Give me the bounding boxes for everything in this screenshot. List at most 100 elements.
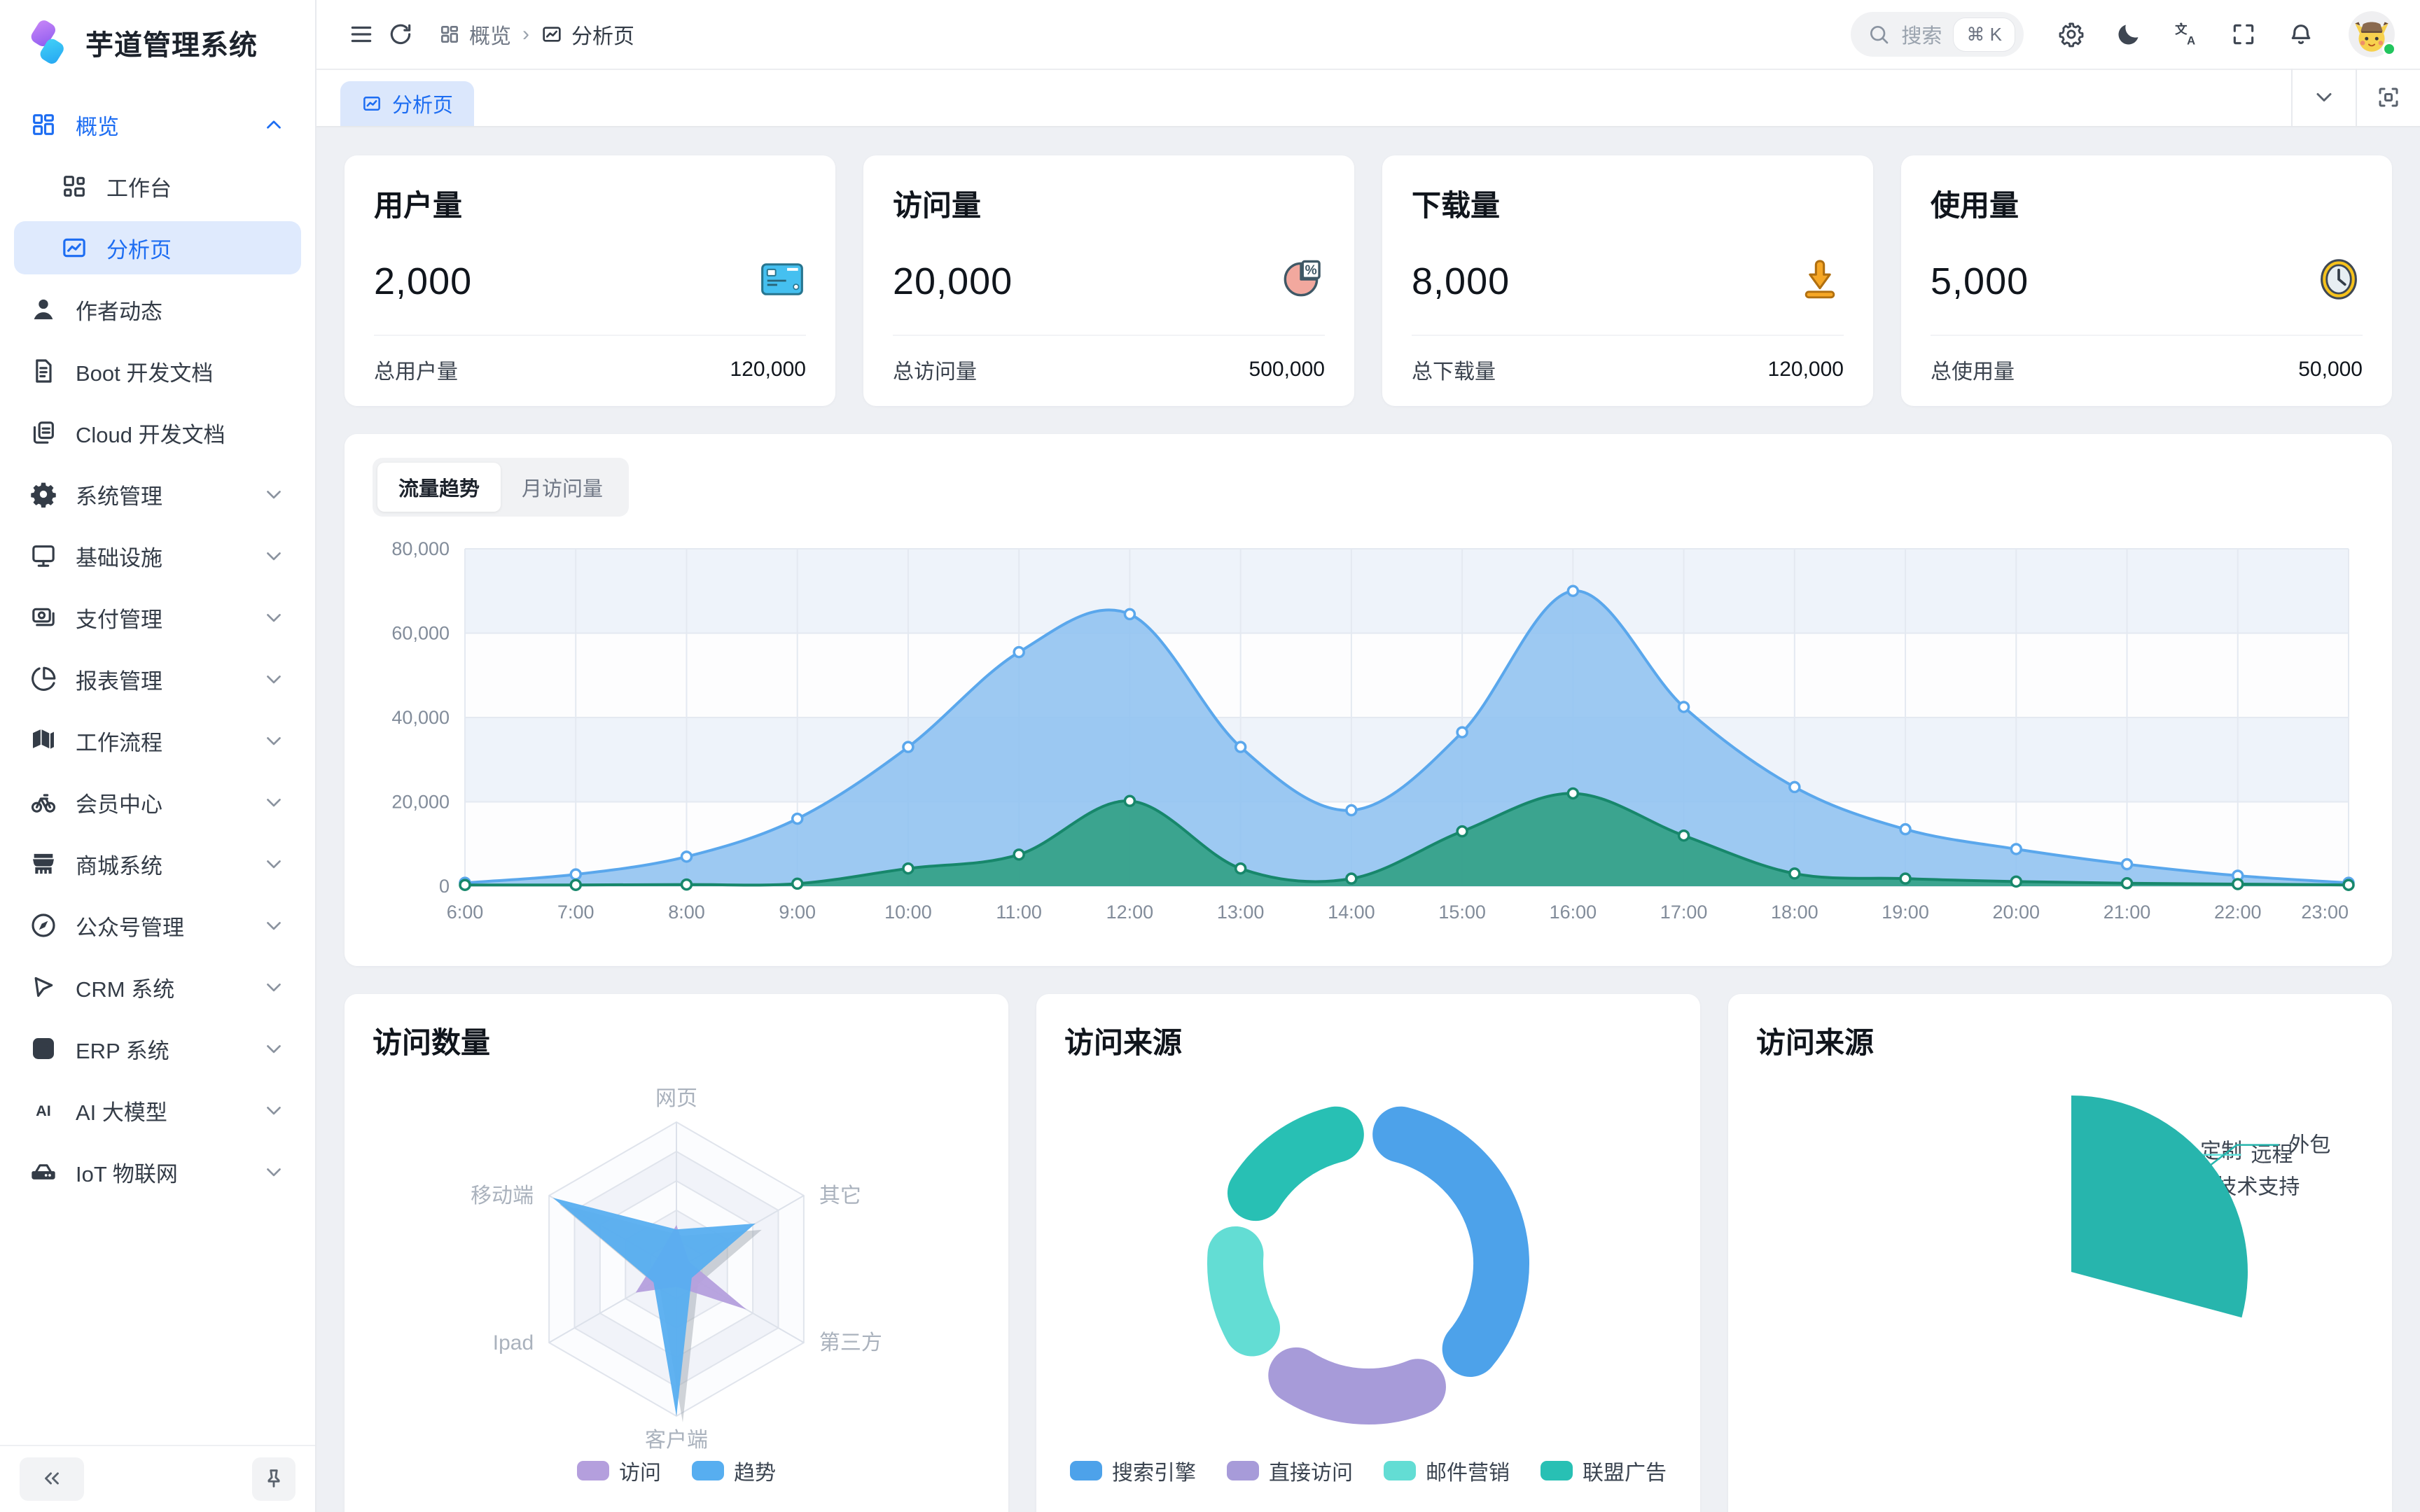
dashboard-icon (29, 111, 57, 139)
legend-item[interactable]: 趋势 (692, 1455, 776, 1486)
settings-button[interactable] (2052, 15, 2091, 54)
fullscreen-button[interactable] (2224, 15, 2263, 54)
refresh-button[interactable] (381, 15, 420, 54)
sidebar-item-label: 作者动态 (76, 294, 286, 326)
sidebar-item-report[interactable]: 报表管理 (14, 652, 301, 706)
sidebar-item-bike[interactable]: 会员中心 (14, 776, 301, 829)
legend-item[interactable]: 邮件营销 (1384, 1455, 1510, 1486)
bike-icon (29, 788, 57, 816)
dark-mode-button[interactable] (2109, 15, 2148, 54)
sidebar-item-ai[interactable]: AI AI 大模型 (14, 1084, 301, 1137)
files-icon (29, 419, 57, 447)
app-logo-icon (24, 20, 70, 66)
legend-item[interactable]: 搜索引擎 (1070, 1455, 1196, 1486)
legend-label: 直接访问 (1269, 1455, 1353, 1486)
stat-footer-label: 总用户量 (374, 354, 458, 385)
analysis-icon (60, 234, 88, 262)
user-icon (29, 295, 57, 323)
svg-text:80,000: 80,000 (391, 538, 450, 559)
visit-source-rose-chart: 技术支持定制远程外包 (1756, 1062, 2364, 1510)
breadcrumb-item-overview[interactable]: 概览 (438, 19, 511, 50)
stat-value: 20,000 (893, 260, 1013, 303)
sidebar-item-analysis[interactable]: 分析页 (14, 221, 301, 274)
svg-text:15:00: 15:00 (1438, 902, 1486, 923)
sidebar-item-dashboard[interactable]: 概览 (14, 98, 301, 151)
download-icon (1796, 255, 1844, 307)
sidebar-collapse-button[interactable] (20, 1457, 84, 1501)
app-root: 芋道管理系统 概览工作台分析页作者动态Boot 开发文档Cloud 开发文档系统… (0, 0, 2420, 1512)
legend-item[interactable]: 联盟广告 (1541, 1455, 1667, 1486)
sidebar-item-label: 商城系统 (76, 848, 262, 880)
user-avatar[interactable] (2349, 11, 2395, 57)
svg-text:客户端: 客户端 (645, 1429, 708, 1452)
sidebar-item-compass[interactable]: 公众号管理 (14, 899, 301, 952)
visit-source-rose-panel: 访问来源 技术支持定制远程外包 (1728, 994, 2392, 1512)
sidebar-item-crm[interactable]: CRM 系统 (14, 960, 301, 1014)
chevron-down-icon (262, 913, 286, 937)
content-fullscreen-button[interactable] (2356, 69, 2420, 126)
radar-legend: 访问趋势 (373, 1455, 980, 1486)
chevron-down-icon (262, 852, 286, 876)
svg-text:%: % (1305, 263, 1317, 278)
tab-monthly-visits[interactable]: 月访问量 (501, 463, 624, 512)
panel-title: 访问来源 (1756, 1019, 2364, 1062)
stat-card-1: 访问量20,000%总访问量500,000 (863, 155, 1354, 406)
sidebar-item-iot[interactable]: IoT 物联网 (14, 1145, 301, 1198)
erp-icon: E (29, 1035, 57, 1063)
monitor-icon (29, 542, 57, 570)
language-button[interactable]: 文A (2167, 15, 2206, 54)
hamburger-icon (348, 21, 375, 48)
sidebar-item-payment[interactable]: 支付管理 (14, 591, 301, 644)
ai-icon: AI (29, 1096, 57, 1124)
sidebar-item-label: ERP 系统 (76, 1033, 262, 1065)
logo-row[interactable]: 芋道管理系统 (0, 0, 315, 80)
fullscreen-icon (2230, 21, 2257, 48)
stat-card-0: 用户量2,000总用户量120,000 (345, 155, 835, 406)
sidebar-item-files[interactable]: Cloud 开发文档 (14, 406, 301, 459)
stat-footer-label: 总访问量 (893, 354, 977, 385)
svg-text:18:00: 18:00 (1771, 902, 1819, 923)
svg-text:外包: 外包 (2288, 1134, 2330, 1157)
search-input[interactable]: 搜索 ⌘ K (1851, 12, 2024, 57)
file-icon (29, 357, 57, 385)
panel-title: 访问来源 (1064, 1019, 1672, 1062)
tab-analysis[interactable]: 分析页 (340, 81, 474, 126)
page-content: 用户量2,000总用户量120,000访问量20,000%总访问量500,000… (317, 127, 2420, 1512)
notifications-button[interactable] (2281, 15, 2321, 54)
chevron-down-icon (2311, 85, 2337, 110)
sidebar-item-label: AI 大模型 (76, 1095, 262, 1126)
sidebar-item-workflow[interactable]: 工作流程 (14, 714, 301, 767)
sidebar-item-workbench[interactable]: 工作台 (14, 160, 301, 213)
chevron-down-icon (262, 1098, 286, 1122)
svg-text:8:00: 8:00 (668, 902, 705, 923)
stat-footer-value: 120,000 (730, 358, 806, 382)
sidebar-item-user[interactable]: 作者动态 (14, 283, 301, 336)
svg-text:AI: AI (36, 1102, 51, 1119)
tab-list-dropdown-button[interactable] (2291, 69, 2356, 126)
legend-item[interactable]: 访问 (577, 1455, 661, 1486)
credit-card-icon (758, 255, 806, 307)
stat-footer-label: 总使用量 (1931, 354, 2015, 385)
sidebar-item-monitor[interactable]: 基础设施 (14, 529, 301, 582)
stat-card-3: 使用量5,000总使用量50,000 (1901, 155, 2392, 406)
sidebar-item-file[interactable]: Boot 开发文档 (14, 344, 301, 398)
legend-label: 联盟广告 (1583, 1455, 1667, 1486)
legend-swatch (577, 1461, 609, 1480)
svg-text:20:00: 20:00 (1993, 902, 2040, 923)
sidebar-item-label: 工作台 (106, 171, 286, 202)
sidebar-item-store[interactable]: 商城系统 (14, 837, 301, 890)
bottom-row: 访问数量 网页其它第三方客户端Ipad移动端 访问趋势 访问来源 搜索引擎直接访… (345, 994, 2392, 1512)
sidebar-footer (0, 1445, 315, 1512)
sidebar-toggle-button[interactable] (342, 15, 381, 54)
sidebar-item-erp[interactable]: E ERP 系统 (14, 1022, 301, 1075)
chevron-down-icon (262, 606, 286, 629)
legend-label: 搜索引擎 (1112, 1455, 1196, 1486)
tab-traffic-trend[interactable]: 流量趋势 (377, 463, 501, 512)
breadcrumb-item-analysis[interactable]: 分析页 (541, 19, 634, 50)
sidebar-item-label: 工作流程 (76, 725, 262, 757)
sidebar-item-gear[interactable]: 系统管理 (14, 468, 301, 521)
chevron-down-icon (262, 1160, 286, 1184)
sidebar-pin-button[interactable] (252, 1457, 295, 1501)
tabbar: 分析页 (317, 70, 2420, 127)
legend-item[interactable]: 直接访问 (1227, 1455, 1353, 1486)
